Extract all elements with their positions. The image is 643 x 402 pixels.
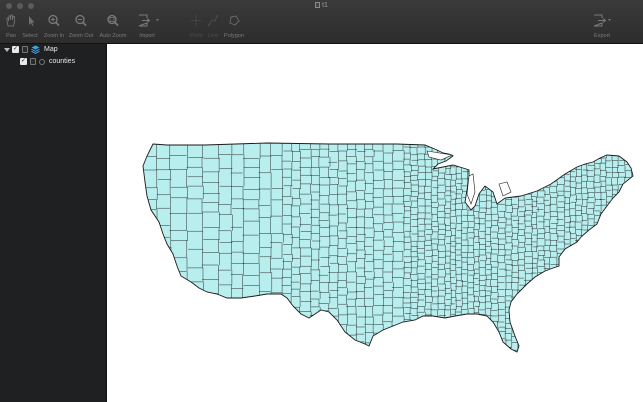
polygon-tool-button[interactable]: Polygon [222, 14, 246, 42]
lock-icon[interactable] [30, 58, 36, 65]
stack-layers-icon [31, 45, 40, 54]
counties-fill [143, 143, 633, 352]
layer-name: counties [49, 58, 76, 65]
toolbar: t1 Pan Select Zoom In Zoom Out Auto Zoom… [0, 0, 643, 44]
select-tool-button[interactable]: Select [20, 14, 40, 42]
map-canvas[interactable] [107, 44, 643, 402]
layers-panel: ✓ Map ✓ counties [0, 44, 107, 402]
pan-tool-button[interactable]: Pan [3, 14, 19, 42]
lock-icon[interactable] [22, 46, 28, 53]
zoom-in-button[interactable]: Zoom In [42, 14, 66, 42]
layer-visibility-checkbox[interactable]: ✓ [12, 46, 19, 53]
line-icon [208, 15, 218, 26]
lake-huron [498, 181, 512, 197]
window-title: t1 [0, 2, 643, 10]
auto-zoom-icon [107, 14, 119, 27]
point-tool-button[interactable]: Point [187, 14, 205, 42]
layer-item-counties[interactable]: ✓ counties [20, 56, 75, 67]
line-tool-button[interactable]: Line [205, 14, 221, 42]
zoom-out-icon [75, 14, 87, 27]
layer-visibility-checkbox[interactable]: ✓ [20, 58, 27, 65]
document-icon [315, 2, 321, 8]
layer-group-name: Map [44, 46, 58, 53]
layer-group-map[interactable]: ✓ Map [4, 44, 58, 55]
zoom-out-button[interactable]: Zoom Out [67, 14, 95, 42]
disclosure-triangle-icon[interactable] [4, 47, 10, 52]
cursor-icon [29, 16, 35, 26]
hand-icon [6, 14, 15, 27]
export-icon [593, 14, 611, 27]
auto-zoom-button[interactable]: Auto Zoom [97, 14, 129, 42]
polygon-icon [229, 15, 240, 26]
zoom-in-icon [48, 14, 60, 27]
point-icon [191, 15, 201, 26]
import-icon [138, 14, 159, 27]
counties-map[interactable] [107, 44, 643, 402]
import-button[interactable]: Import [134, 14, 160, 42]
export-button[interactable]: Export [590, 14, 614, 42]
layer-type-icon [39, 58, 45, 65]
